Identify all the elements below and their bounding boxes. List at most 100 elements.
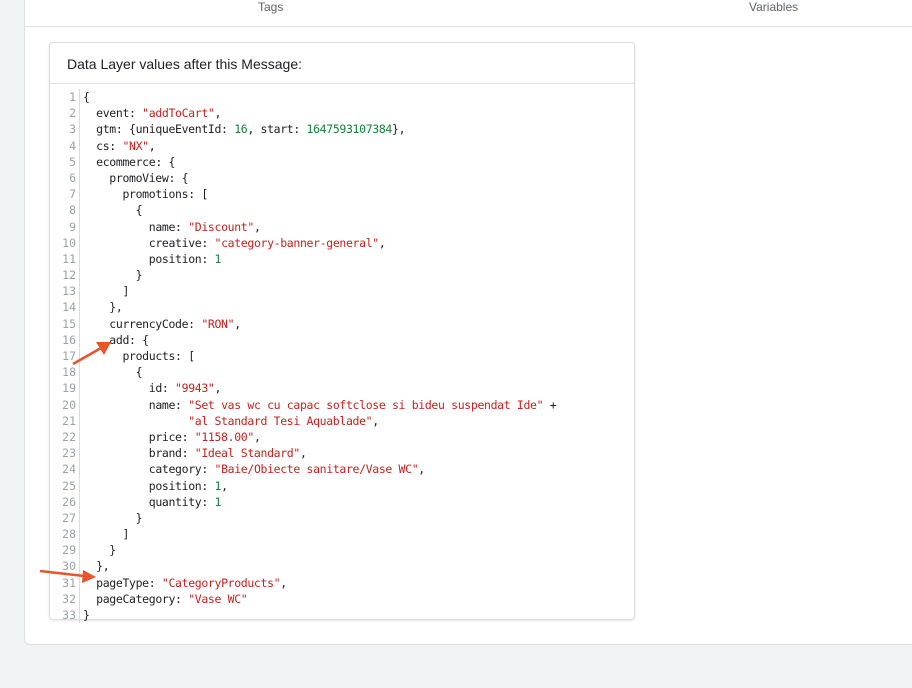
code-token: ,: [280, 575, 287, 590]
code-token: gtm: {uniqueEventId:: [96, 122, 235, 137]
code-token: promoView: {: [109, 170, 189, 185]
string-token: "category-banner-general": [214, 235, 380, 250]
line-number: 24: [58, 461, 80, 478]
tab-variables[interactable]: Variables: [749, 0, 798, 14]
code-token: ,: [253, 219, 261, 234]
code-token: ]: [122, 284, 130, 299]
code-line: 7 promotions: [: [58, 186, 632, 203]
line-number: 11: [58, 250, 80, 268]
code-token: category:: [148, 462, 215, 477]
code-text: currencyCode: "RON",: [83, 317, 241, 331]
code-text: name: "Discount",: [83, 220, 261, 234]
line-number: 18: [58, 364, 80, 381]
code-line: 16 add: {: [58, 331, 632, 349]
code-text: ]: [83, 284, 129, 298]
code-text: add: {: [83, 333, 149, 347]
code-token: event:: [96, 106, 143, 121]
line-number: 26: [58, 493, 80, 510]
code-token: },: [109, 300, 123, 315]
code-token: products: [: [122, 349, 195, 363]
code-token: }: [83, 608, 90, 622]
code-text: }: [83, 608, 90, 622]
code-token: }: [135, 268, 143, 283]
code-text: pageCategory: "Vase WC": [83, 591, 248, 606]
code-line: 20 name: "Set vas wc cu capac softclose …: [58, 396, 632, 413]
line-number: 15: [58, 315, 80, 332]
code-line: 5 ecommerce: {: [58, 153, 632, 170]
line-number: 8: [58, 202, 80, 219]
code-text: {: [83, 90, 90, 104]
line-number: 1: [58, 89, 80, 106]
code-token: ,: [418, 462, 425, 477]
code-text: }: [83, 511, 143, 525]
code-token: ,: [234, 316, 241, 331]
code-text: },: [83, 559, 110, 573]
number-token: 1647593107384: [306, 122, 393, 137]
code-line: 9 name: "Discount",: [58, 218, 632, 235]
code-line: 31 pageType: "CategoryProducts",: [58, 574, 632, 591]
code-text: }: [83, 543, 116, 557]
code-token: ,: [372, 413, 379, 428]
code-text: {: [83, 365, 143, 380]
number-token: 16: [234, 122, 248, 137]
tab-bar: Tags Variables: [25, 0, 912, 27]
line-number: 30: [58, 558, 80, 575]
code-token: brand:: [148, 446, 195, 461]
line-number: 14: [58, 299, 80, 316]
line-number: 16: [58, 331, 80, 349]
code-token: {: [135, 365, 143, 380]
code-text: "al Standard Tesi Aquablade",: [83, 414, 379, 428]
code-token: ]: [122, 527, 130, 542]
string-token: "Discount": [188, 219, 254, 234]
code-line: 14 },: [58, 299, 632, 316]
code-line: 32 pageCategory: "Vase WC": [58, 590, 632, 608]
string-token: "CategoryProducts": [161, 575, 281, 590]
code-line: 26 quantity: 1: [58, 493, 632, 510]
line-number: 21: [58, 412, 80, 429]
number-token: 1: [214, 494, 222, 509]
code-token: ,: [214, 106, 222, 121]
line-number: 3: [58, 121, 80, 138]
code-text: event: "addToCart",: [83, 106, 221, 120]
string-token: "1158.00": [194, 429, 255, 444]
code-token: currencyCode:: [109, 316, 202, 331]
line-number: 22: [58, 428, 80, 446]
code-token: ,: [378, 235, 386, 250]
data-layer-card: Data Layer values after this Message: 1{…: [49, 42, 635, 624]
line-number: 10: [58, 234, 80, 251]
code-token: add: {: [109, 332, 149, 347]
card-divider: [50, 83, 634, 84]
data-layer-code: 1{2 event: "addToCart", 3 gtm: {uniqueEve…: [58, 89, 632, 624]
code-text: products: [: [83, 349, 195, 363]
code-token: creative:: [148, 235, 215, 250]
code-text: position: 1: [83, 252, 222, 266]
line-number: 7: [58, 186, 80, 203]
code-text: cs: "NX",: [83, 139, 156, 153]
code-line: 18 {: [58, 364, 632, 381]
code-text: brand: "Ideal Standard",: [83, 446, 307, 460]
code-line: 28 ]: [58, 526, 632, 543]
code-text: }: [83, 268, 143, 283]
tab-tags[interactable]: Tags: [258, 0, 283, 14]
line-number: 28: [58, 526, 80, 543]
string-token: "Vase WC": [188, 591, 248, 606]
code-line: 13 ]: [58, 283, 632, 300]
line-number: 32: [58, 590, 80, 608]
card-title: Data Layer values after this Message:: [67, 56, 303, 72]
code-token: pageType:: [96, 575, 162, 590]
code-text: position: 1,: [83, 479, 228, 493]
code-line: 33}: [58, 607, 632, 624]
code-token: quantity:: [148, 494, 215, 509]
